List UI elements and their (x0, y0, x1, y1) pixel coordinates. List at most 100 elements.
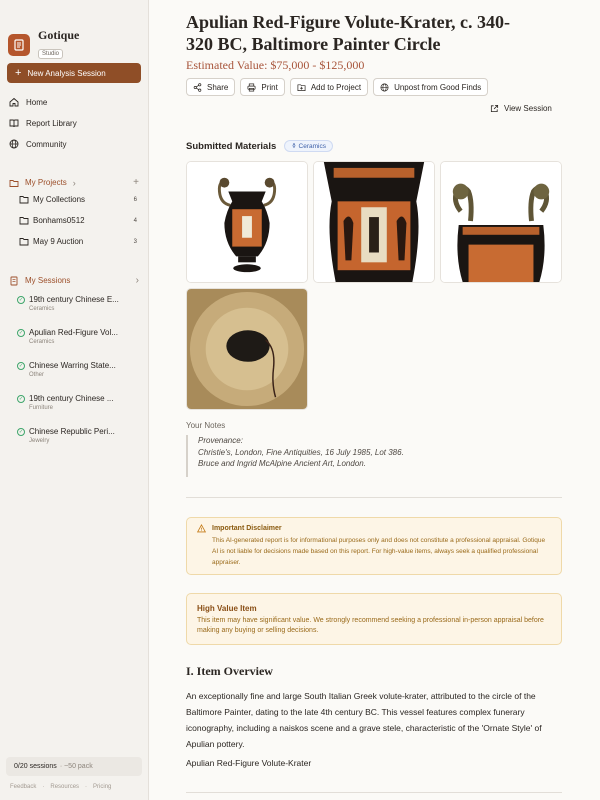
share-label: Share (207, 82, 229, 92)
divider (186, 792, 562, 793)
check-circle-icon: ✓ (17, 427, 25, 436)
resources-link[interactable]: Resources (50, 784, 79, 790)
check-circle-icon: ✓ (17, 361, 25, 370)
project-item[interactable]: Bonhams0512 4 (19, 216, 137, 225)
disclaimer-callout: Important Disclaimer This AI-generated r… (186, 517, 562, 575)
print-button[interactable]: Print (240, 78, 285, 96)
nav-item-report-library[interactable]: Report Library (9, 118, 77, 128)
disclaimer-body: This AI-generated report is for informat… (212, 537, 546, 566)
nav-label: Report Library (26, 118, 77, 128)
project-label: My Collections (33, 195, 86, 204)
nav-item-home[interactable]: Home (9, 97, 47, 107)
high-value-title: High Value Item (197, 604, 257, 613)
session-item[interactable]: ✓ Apulian Red-Figure Vol... Ceramics (17, 328, 137, 345)
divider (186, 497, 562, 498)
material-image[interactable] (313, 161, 435, 283)
chevron-right-icon[interactable]: › (136, 275, 139, 286)
view-session-label: View Session (504, 104, 552, 113)
section-title: My Projects (25, 178, 67, 187)
plus-icon: + (15, 66, 22, 79)
chevron-right-icon[interactable]: › (73, 178, 76, 188)
unpost-label: Unpost from Good Finds (394, 82, 482, 92)
session-item[interactable]: ✓ Chinese Warring State... Other (17, 361, 137, 378)
my-projects-header[interactable]: My Projects › + (9, 177, 139, 188)
globe-icon (9, 139, 19, 149)
session-category: Other (29, 372, 45, 378)
session-title: Chinese Warring State... (29, 361, 116, 370)
note-line: Christie's, London, Fine Antiquities, 16… (198, 447, 404, 457)
notes-box: Provenance: Christie's, London, Fine Ant… (186, 435, 562, 477)
add-project-plus-icon[interactable]: + (133, 177, 139, 188)
volute-krater-photo (187, 162, 307, 282)
nav-label: Home (26, 97, 48, 107)
note-line: Provenance: (198, 436, 243, 445)
krater-handles-photo (441, 162, 561, 282)
folder-plus-icon (297, 83, 306, 91)
jar-icon: ⚱ (291, 143, 299, 150)
submitted-materials-header: Submitted Materials ⚱ Ceramics (186, 140, 333, 152)
share-icon (193, 82, 202, 92)
feedback-link[interactable]: Feedback (10, 784, 36, 790)
my-sessions-header[interactable]: My Sessions › (9, 275, 139, 286)
nav-item-community[interactable]: Community (9, 139, 66, 149)
material-image[interactable] (186, 288, 308, 410)
book-icon (9, 119, 19, 128)
view-session-link[interactable]: View Session (490, 104, 552, 113)
usage-indicator[interactable]: 0/20 sessions · ~50 pack (6, 757, 142, 776)
session-title: 19th century Chinese E... (29, 295, 119, 304)
estimated-value: Estimated Value: $75,000 - $125,000 (186, 58, 365, 72)
document-icon (10, 276, 18, 285)
print-label: Print (261, 82, 278, 92)
material-image[interactable] (186, 161, 308, 283)
krater-interior-photo (187, 289, 307, 409)
share-button[interactable]: Share (186, 78, 236, 96)
section-title: My Sessions (25, 276, 71, 285)
material-image[interactable] (440, 161, 562, 283)
session-category: Ceramics (29, 306, 55, 312)
sidebar: Gotique Studio + New Analysis Session Ho… (0, 0, 149, 800)
section-title: I. Item Overview (186, 664, 273, 678)
warning-icon (197, 524, 206, 533)
folder-icon (19, 238, 29, 246)
check-circle-icon: ✓ (17, 328, 25, 337)
session-title: 19th century Chinese ... (29, 394, 114, 403)
session-category: Jewelry (29, 438, 50, 444)
session-category: Furniture (29, 405, 54, 411)
note-line: Bruce and Ingrid McAlpine Ancient Art, L… (198, 459, 366, 468)
folder-icon (9, 179, 19, 187)
project-count: 4 (133, 217, 137, 224)
usage-pack: · ~50 pack (59, 763, 93, 770)
item-overview-subtitle: Apulian Red-Figure Volute-Krater (186, 758, 312, 768)
footer-links: Feedback · Resources · Pricing (10, 784, 117, 790)
app-name: Gotique (38, 28, 80, 42)
item-overview-text: An exceptionally fine and large South It… (186, 691, 542, 749)
project-item[interactable]: May 9 Auction 3 (19, 237, 137, 246)
usage-count: 0/20 sessions (14, 763, 57, 770)
session-category: Ceramics (29, 339, 55, 345)
document-logo-icon (8, 33, 30, 56)
session-item[interactable]: ✓ 19th century Chinese ... Furniture (17, 394, 137, 411)
project-count: 3 (133, 238, 137, 245)
project-item[interactable]: My Collections 6 (19, 195, 137, 204)
add-to-project-label: Add to Project (310, 82, 362, 92)
add-to-project-button[interactable]: Add to Project (289, 78, 369, 96)
notes-label: Your Notes (186, 421, 226, 430)
high-value-callout: High Value Item This item may have signi… (186, 593, 562, 645)
new-session-label: New Analysis Session (27, 68, 106, 78)
new-analysis-session-button[interactable]: + New Analysis Session (7, 63, 141, 83)
check-circle-icon: ✓ (17, 394, 25, 403)
high-value-body: This item may have significant value. We… (197, 617, 544, 634)
unpost-button[interactable]: Unpost from Good Finds (373, 78, 489, 96)
home-icon (9, 97, 19, 107)
folder-icon (19, 196, 29, 204)
session-title: Chinese Republic Peri... (29, 427, 115, 436)
session-item[interactable]: ✓ 19th century Chinese E... Ceramics (17, 295, 137, 312)
check-circle-icon: ✓ (17, 295, 25, 304)
folder-icon (19, 217, 29, 225)
brand[interactable]: Gotique Studio (8, 29, 79, 60)
section-heading: Submitted Materials (186, 140, 277, 152)
report-main: Apulian Red-Figure Volute-Krater, c. 340… (150, 0, 600, 800)
session-item[interactable]: ✓ Chinese Republic Peri... Jewelry (17, 427, 137, 444)
pricing-link[interactable]: Pricing (93, 784, 111, 790)
external-link-icon (490, 104, 499, 113)
